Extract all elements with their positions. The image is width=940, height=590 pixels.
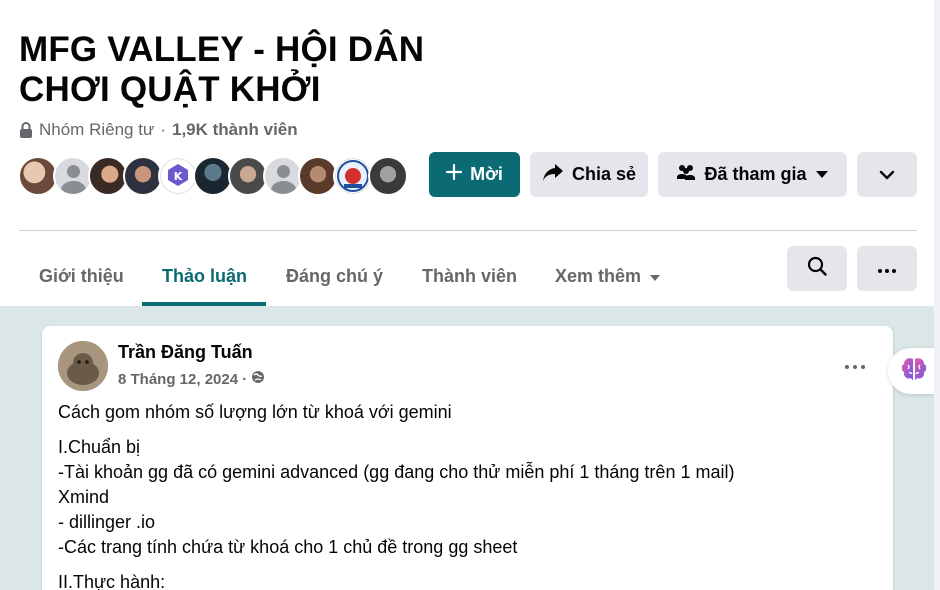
avatar[interactable] (298, 156, 338, 196)
search-button[interactable] (787, 246, 847, 291)
group-title[interactable]: MFG VALLEY - HỘI DÂN CHƠI QUẬT KHỞI (19, 30, 459, 110)
share-button[interactable]: Chia sẻ (530, 152, 648, 197)
post-menu-button[interactable] (840, 350, 870, 380)
avatar[interactable] (53, 156, 93, 196)
share-label: Chia sẻ (571, 164, 637, 184)
ellipsis-icon (878, 260, 896, 278)
page-scrollbar[interactable] (934, 0, 940, 590)
author-avatar[interactable] (58, 341, 108, 391)
post-date[interactable]: 8 Tháng 12, 2024 (118, 371, 238, 388)
privacy-label[interactable]: Nhóm Riêng tư (39, 120, 154, 140)
tab-more[interactable]: Xem thêm (555, 246, 661, 306)
post-author[interactable]: Trần Đăng Tuấn (118, 342, 253, 363)
joined-label: Đã tham gia (704, 164, 807, 184)
invite-button[interactable]: Mời (429, 152, 520, 197)
group-title-line-2[interactable]: CHƠI QUẬT KHỞI (19, 70, 459, 110)
group-meta: Nhóm Riêng tư · 1,9K thành viên (19, 120, 298, 140)
avatar[interactable] (123, 156, 163, 196)
post-text-line: - dillinger .io (58, 512, 156, 532)
svg-text:K: K (174, 170, 183, 183)
member-count[interactable]: 1,9K thành viên (172, 120, 298, 140)
tab-members[interactable]: Thành viên (422, 246, 517, 306)
post-card: Trần Đăng Tuấn 8 Tháng 12, 2024 · Cách g… (42, 326, 893, 590)
ellipsis-icon (845, 356, 865, 374)
header-divider (19, 230, 917, 231)
avatar[interactable] (228, 156, 268, 196)
lock-icon (19, 122, 33, 138)
caret-down-icon (649, 266, 661, 287)
date-separator: · (242, 370, 248, 388)
member-avatars[interactable]: K (18, 156, 408, 198)
avatar[interactable] (368, 156, 408, 196)
post-text-line: I.Chuẩn bị (58, 437, 141, 457)
group-title-line-1[interactable]: MFG VALLEY - HỘI DÂN (19, 30, 459, 70)
share-icon (542, 162, 564, 187)
avatar[interactable] (263, 156, 303, 196)
tab-about[interactable]: Giới thiệu (39, 246, 124, 306)
post-text-line: Cách gom nhóm số lượng lớn từ khoá với g… (58, 402, 452, 422)
avatar[interactable]: K (158, 156, 198, 196)
extension-widget[interactable] (888, 348, 940, 394)
tab-options-button[interactable] (857, 246, 917, 291)
members-icon (676, 163, 696, 186)
post-text-line: Xmind (58, 487, 110, 507)
invite-label: Mời (470, 164, 503, 184)
meta-separator: · (160, 120, 166, 139)
plus-icon (445, 163, 463, 185)
search-icon (807, 256, 827, 281)
tab-discussion[interactable]: Thảo luận (162, 246, 247, 306)
chevron-down-icon (879, 164, 895, 185)
post-meta: 8 Tháng 12, 2024 · (118, 370, 265, 388)
tab-featured[interactable]: Đáng chú ý (286, 246, 383, 306)
joined-button[interactable]: Đã tham gia (658, 152, 847, 197)
globe-icon (251, 370, 265, 388)
brain-icon (900, 356, 928, 387)
post-text-line: -Tài khoản gg đã có gemini advanced (gg … (58, 462, 735, 482)
post-text-line: II.Thực hành: (58, 572, 166, 590)
avatar[interactable] (333, 156, 373, 196)
group-header: MFG VALLEY - HỘI DÂN CHƠI QUẬT KHỞI Nhóm… (0, 0, 940, 306)
tab-more-label: Xem thêm (555, 265, 642, 286)
avatar[interactable] (193, 156, 233, 196)
avatar[interactable] (18, 156, 58, 196)
avatar[interactable] (88, 156, 128, 196)
more-options-button[interactable] (857, 152, 917, 197)
post-text-line: -Các trang tính chứa từ khoá cho 1 chủ đ… (58, 537, 518, 557)
caret-down-icon (815, 164, 829, 185)
post-body: Cách gom nhóm số lượng lớn từ khoá với g… (58, 400, 878, 590)
